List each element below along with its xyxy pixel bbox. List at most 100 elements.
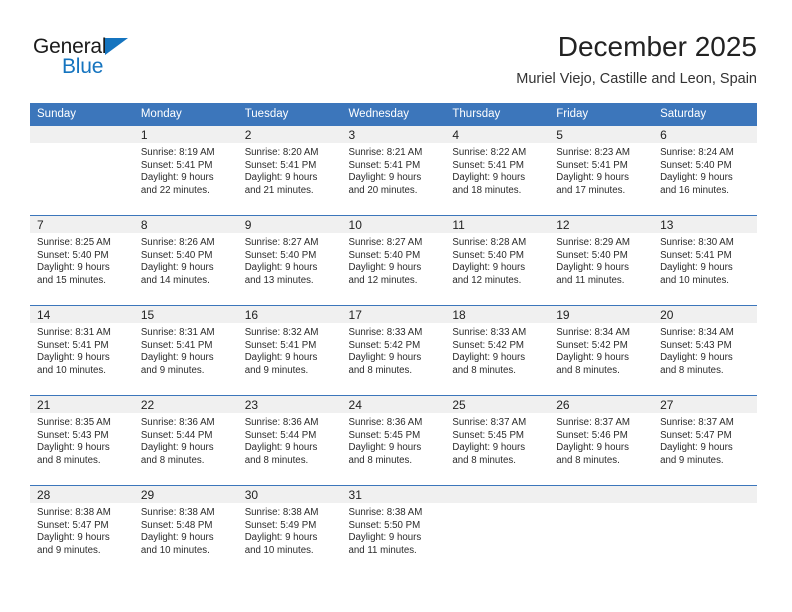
day-number: 9 [244, 218, 252, 232]
calendar-day[interactable]: 29 Sunrise: 8:38 AM Sunset: 5:48 PM Dayligh… [133, 485, 238, 575]
calendar-day[interactable]: 19 Sunrise: 8:34 AM Sunset: 5:42 PM Dayligh… [549, 305, 654, 395]
calendar-day[interactable]: 5 Sunrise: 8:23 AM Sunset: 5:41 PM Daylight… [549, 125, 654, 215]
sunset-text: Sunset: 5:47 PM [37, 519, 109, 531]
sunset-text: Sunset: 5:41 PM [660, 249, 732, 261]
calendar-day[interactable]: 12 Sunrise: 8:29 AM Sunset: 5:40 PM Dayligh… [549, 215, 654, 305]
day-number: 15 [140, 308, 155, 322]
calendar-day-cell: 21 Sunrise: 8:35 AM Sunset: 5:43 PM Dayligh… [30, 395, 134, 485]
sunrise-text: Sunrise: 8:23 AM [556, 147, 630, 158]
sunrise-text: Sunrise: 8:36 AM [348, 417, 423, 428]
calendar-day[interactable]: 14 Sunrise: 8:31 AM Sunset: 5:41 PM Dayligh… [30, 305, 134, 395]
calendar-day[interactable]: 2 Sunrise: 8:20 AM Sunset: 5:41 PM Daylight… [237, 125, 342, 215]
calendar-day[interactable]: 8 Sunrise: 8:26 AM Sunset: 5:40 PM Daylight… [133, 215, 238, 305]
day-number-band: 22 [133, 396, 238, 413]
day-number-band: 28 [30, 486, 134, 503]
calendar-day[interactable]: 24 Sunrise: 8:36 AM Sunset: 5:45 PM Dayligh… [341, 395, 446, 485]
daylight-text-line2: and 13 minutes. [244, 274, 314, 286]
calendar-day[interactable]: 4 Sunrise: 8:22 AM Sunset: 5:41 PM Daylight… [445, 125, 550, 215]
calendar-day[interactable]: 18 Sunrise: 8:33 AM Sunset: 5:42 PM Dayligh… [445, 305, 550, 395]
calendar-day[interactable]: 31 Sunrise: 8:38 AM Sunset: 5:50 PM Dayligh… [341, 485, 446, 575]
day-number-band: 18 [445, 306, 550, 323]
calendar-day[interactable]: 26 Sunrise: 8:37 AM Sunset: 5:46 PM Dayligh… [549, 395, 654, 485]
sunrise-text: Sunrise: 8:26 AM [140, 237, 215, 248]
daylight-text-line2: and 8 minutes. [556, 454, 620, 466]
weekday-header-friday: Friday [549, 103, 654, 125]
day-sun-info: Sunrise: 8:33 AM Sunset: 5:42 PM Daylight:… [445, 323, 549, 377]
day-sun-info: Sunrise: 8:26 AM Sunset: 5:40 PM Daylight:… [134, 233, 238, 287]
sunrise-text: Sunrise: 8:19 AM [140, 147, 215, 158]
sunrise-text: Sunrise: 8:38 AM [244, 507, 319, 518]
calendar-day-cell [30, 125, 134, 215]
calendar-day[interactable]: 9 Sunrise: 8:27 AM Sunset: 5:40 PM Daylight… [237, 215, 342, 305]
sunrise-text: Sunrise: 8:25 AM [37, 237, 111, 248]
day-number-band: 9 [237, 216, 342, 233]
calendar-day[interactable]: 13 Sunrise: 8:30 AM Sunset: 5:41 PM Dayligh… [653, 215, 757, 305]
daylight-text-line1: Daylight: 9 hours [37, 262, 110, 274]
daylight-text-line1: Daylight: 9 hours [140, 262, 214, 274]
day-number: 26 [556, 398, 570, 412]
sunset-text: Sunset: 5:40 PM [140, 249, 213, 261]
calendar-day[interactable]: 21 Sunrise: 8:35 AM Sunset: 5:43 PM Dayligh… [30, 395, 134, 485]
calendar-day[interactable]: 17 Sunrise: 8:33 AM Sunset: 5:42 PM Dayligh… [341, 305, 446, 395]
calendar-day-cell: 15 Sunrise: 8:31 AM Sunset: 5:41 PM Dayligh… [133, 305, 238, 395]
calendar-day[interactable]: 15 Sunrise: 8:31 AM Sunset: 5:41 PM Dayligh… [133, 305, 238, 395]
calendar-day[interactable]: 20 Sunrise: 8:34 AM Sunset: 5:43 PM Dayligh… [653, 305, 757, 395]
sunrise-text: Sunrise: 8:34 AM [660, 327, 734, 338]
day-number-band [445, 486, 550, 503]
day-number: 28 [37, 488, 51, 502]
calendar-day[interactable]: 7 Sunrise: 8:25 AM Sunset: 5:40 PM Daylight… [30, 215, 134, 305]
brand-logo[interactable]: General Blue [33, 36, 253, 88]
calendar-day[interactable]: 23 Sunrise: 8:36 AM Sunset: 5:44 PM Dayligh… [237, 395, 342, 485]
sunset-text: Sunset: 5:41 PM [244, 159, 317, 171]
calendar-day-cell: 25 Sunrise: 8:37 AM Sunset: 5:45 PM Dayligh… [445, 395, 550, 485]
calendar-page: General Blue December 2025 Muriel Viejo,… [0, 0, 792, 612]
day-sun-info: Sunrise: 8:38 AM Sunset: 5:49 PM Daylight:… [238, 503, 342, 557]
sunrise-text: Sunrise: 8:38 AM [140, 507, 215, 518]
calendar-day[interactable]: 1 Sunrise: 8:19 AM Sunset: 5:41 PM Daylight… [133, 125, 238, 215]
calendar-day[interactable]: 27 Sunrise: 8:37 AM Sunset: 5:47 PM Dayligh… [653, 395, 757, 485]
sunset-text: Sunset: 5:41 PM [244, 339, 317, 351]
sunset-text: Sunset: 5:40 PM [452, 249, 524, 261]
calendar-body: 1 Sunrise: 8:19 AM Sunset: 5:41 PM Daylight… [30, 125, 757, 575]
day-number: 1 [140, 128, 148, 142]
daylight-text-line2: and 20 minutes. [348, 184, 418, 196]
daylight-text-line1: Daylight: 9 hours [660, 442, 733, 454]
sunset-text: Sunset: 5:41 PM [452, 159, 524, 171]
calendar-day-cell: 4 Sunrise: 8:22 AM Sunset: 5:41 PM Daylight… [445, 125, 550, 215]
day-number: 25 [452, 398, 466, 412]
day-sun-info: Sunrise: 8:37 AM Sunset: 5:47 PM Daylight:… [653, 413, 757, 467]
calendar-day[interactable]: 28 Sunrise: 8:38 AM Sunset: 5:47 PM Dayligh… [30, 485, 134, 575]
sunrise-text: Sunrise: 8:36 AM [140, 417, 215, 428]
calendar-day[interactable]: 25 Sunrise: 8:37 AM Sunset: 5:45 PM Dayligh… [445, 395, 550, 485]
daylight-text-line1: Daylight: 9 hours [140, 442, 214, 454]
daylight-text-line1: Daylight: 9 hours [452, 442, 526, 454]
daylight-text-line1: Daylight: 9 hours [348, 532, 422, 544]
day-number: 8 [140, 218, 148, 232]
day-sun-info: Sunrise: 8:36 AM Sunset: 5:44 PM Daylight:… [134, 413, 238, 467]
day-number-band: 7 [30, 216, 134, 233]
calendar-day[interactable]: 16 Sunrise: 8:32 AM Sunset: 5:41 PM Dayligh… [237, 305, 342, 395]
sunset-text: Sunset: 5:41 PM [140, 339, 213, 351]
calendar-day-cell: 11 Sunrise: 8:28 AM Sunset: 5:40 PM Dayligh… [445, 215, 550, 305]
calendar-day[interactable]: 11 Sunrise: 8:28 AM Sunset: 5:40 PM Dayligh… [445, 215, 550, 305]
calendar-day[interactable]: 10 Sunrise: 8:27 AM Sunset: 5:40 PM Dayligh… [341, 215, 446, 305]
daylight-text-line2: and 9 minutes. [660, 454, 724, 466]
daylight-text-line1: Daylight: 9 hours [660, 352, 733, 364]
day-sun-info: Sunrise: 8:38 AM Sunset: 5:47 PM Daylight:… [30, 503, 134, 557]
calendar-day-cell: 22 Sunrise: 8:36 AM Sunset: 5:44 PM Dayligh… [133, 395, 238, 485]
calendar-day-empty [549, 485, 654, 575]
daylight-text-line1: Daylight: 9 hours [37, 442, 110, 454]
calendar-day[interactable]: 22 Sunrise: 8:36 AM Sunset: 5:44 PM Dayligh… [133, 395, 238, 485]
day-number: 27 [660, 398, 674, 412]
sunrise-text: Sunrise: 8:38 AM [37, 507, 111, 518]
weekday-header-saturday: Saturday [653, 103, 757, 125]
day-number-band: 6 [653, 126, 757, 143]
calendar-day-cell: 26 Sunrise: 8:37 AM Sunset: 5:46 PM Dayligh… [549, 395, 654, 485]
daylight-text-line1: Daylight: 9 hours [244, 442, 318, 454]
calendar-day[interactable]: 6 Sunrise: 8:24 AM Sunset: 5:40 PM Daylight… [653, 125, 757, 215]
day-number: 18 [452, 308, 466, 322]
sunrise-text: Sunrise: 8:20 AM [244, 147, 319, 158]
calendar-day[interactable]: 30 Sunrise: 8:38 AM Sunset: 5:49 PM Dayligh… [237, 485, 342, 575]
calendar-week-row: 7 Sunrise: 8:25 AM Sunset: 5:40 PM Daylight… [30, 215, 757, 305]
calendar-day[interactable]: 3 Sunrise: 8:21 AM Sunset: 5:41 PM Daylight… [341, 125, 446, 215]
